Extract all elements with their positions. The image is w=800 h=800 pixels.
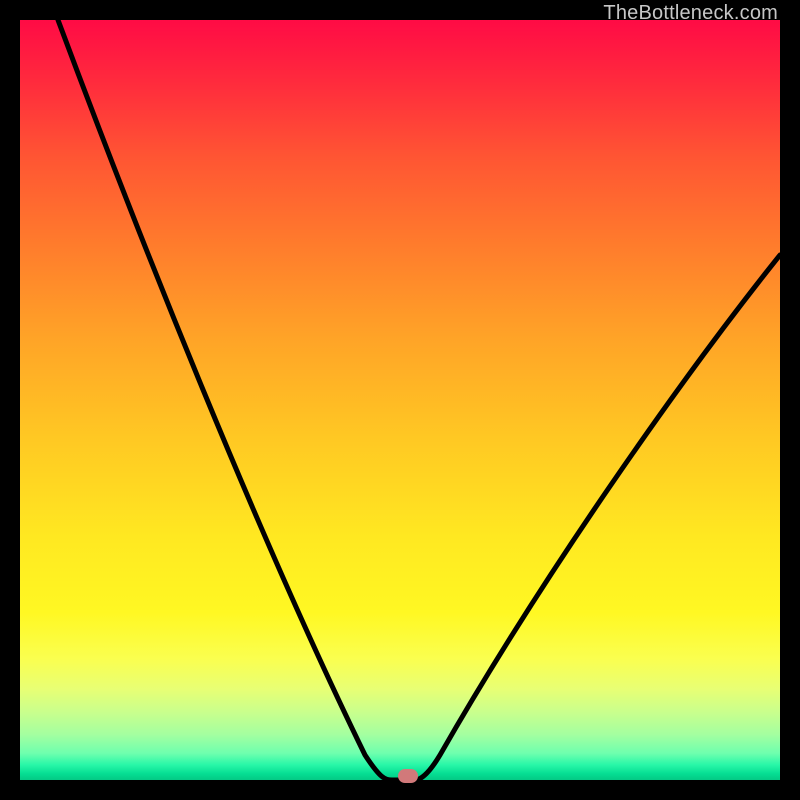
chart-frame: TheBottleneck.com — [0, 0, 800, 800]
bottleneck-curve — [58, 20, 780, 780]
curve-svg — [20, 20, 780, 780]
plot-area — [20, 20, 780, 780]
watermark-text: TheBottleneck.com — [603, 2, 778, 25]
optimum-marker — [398, 769, 418, 783]
